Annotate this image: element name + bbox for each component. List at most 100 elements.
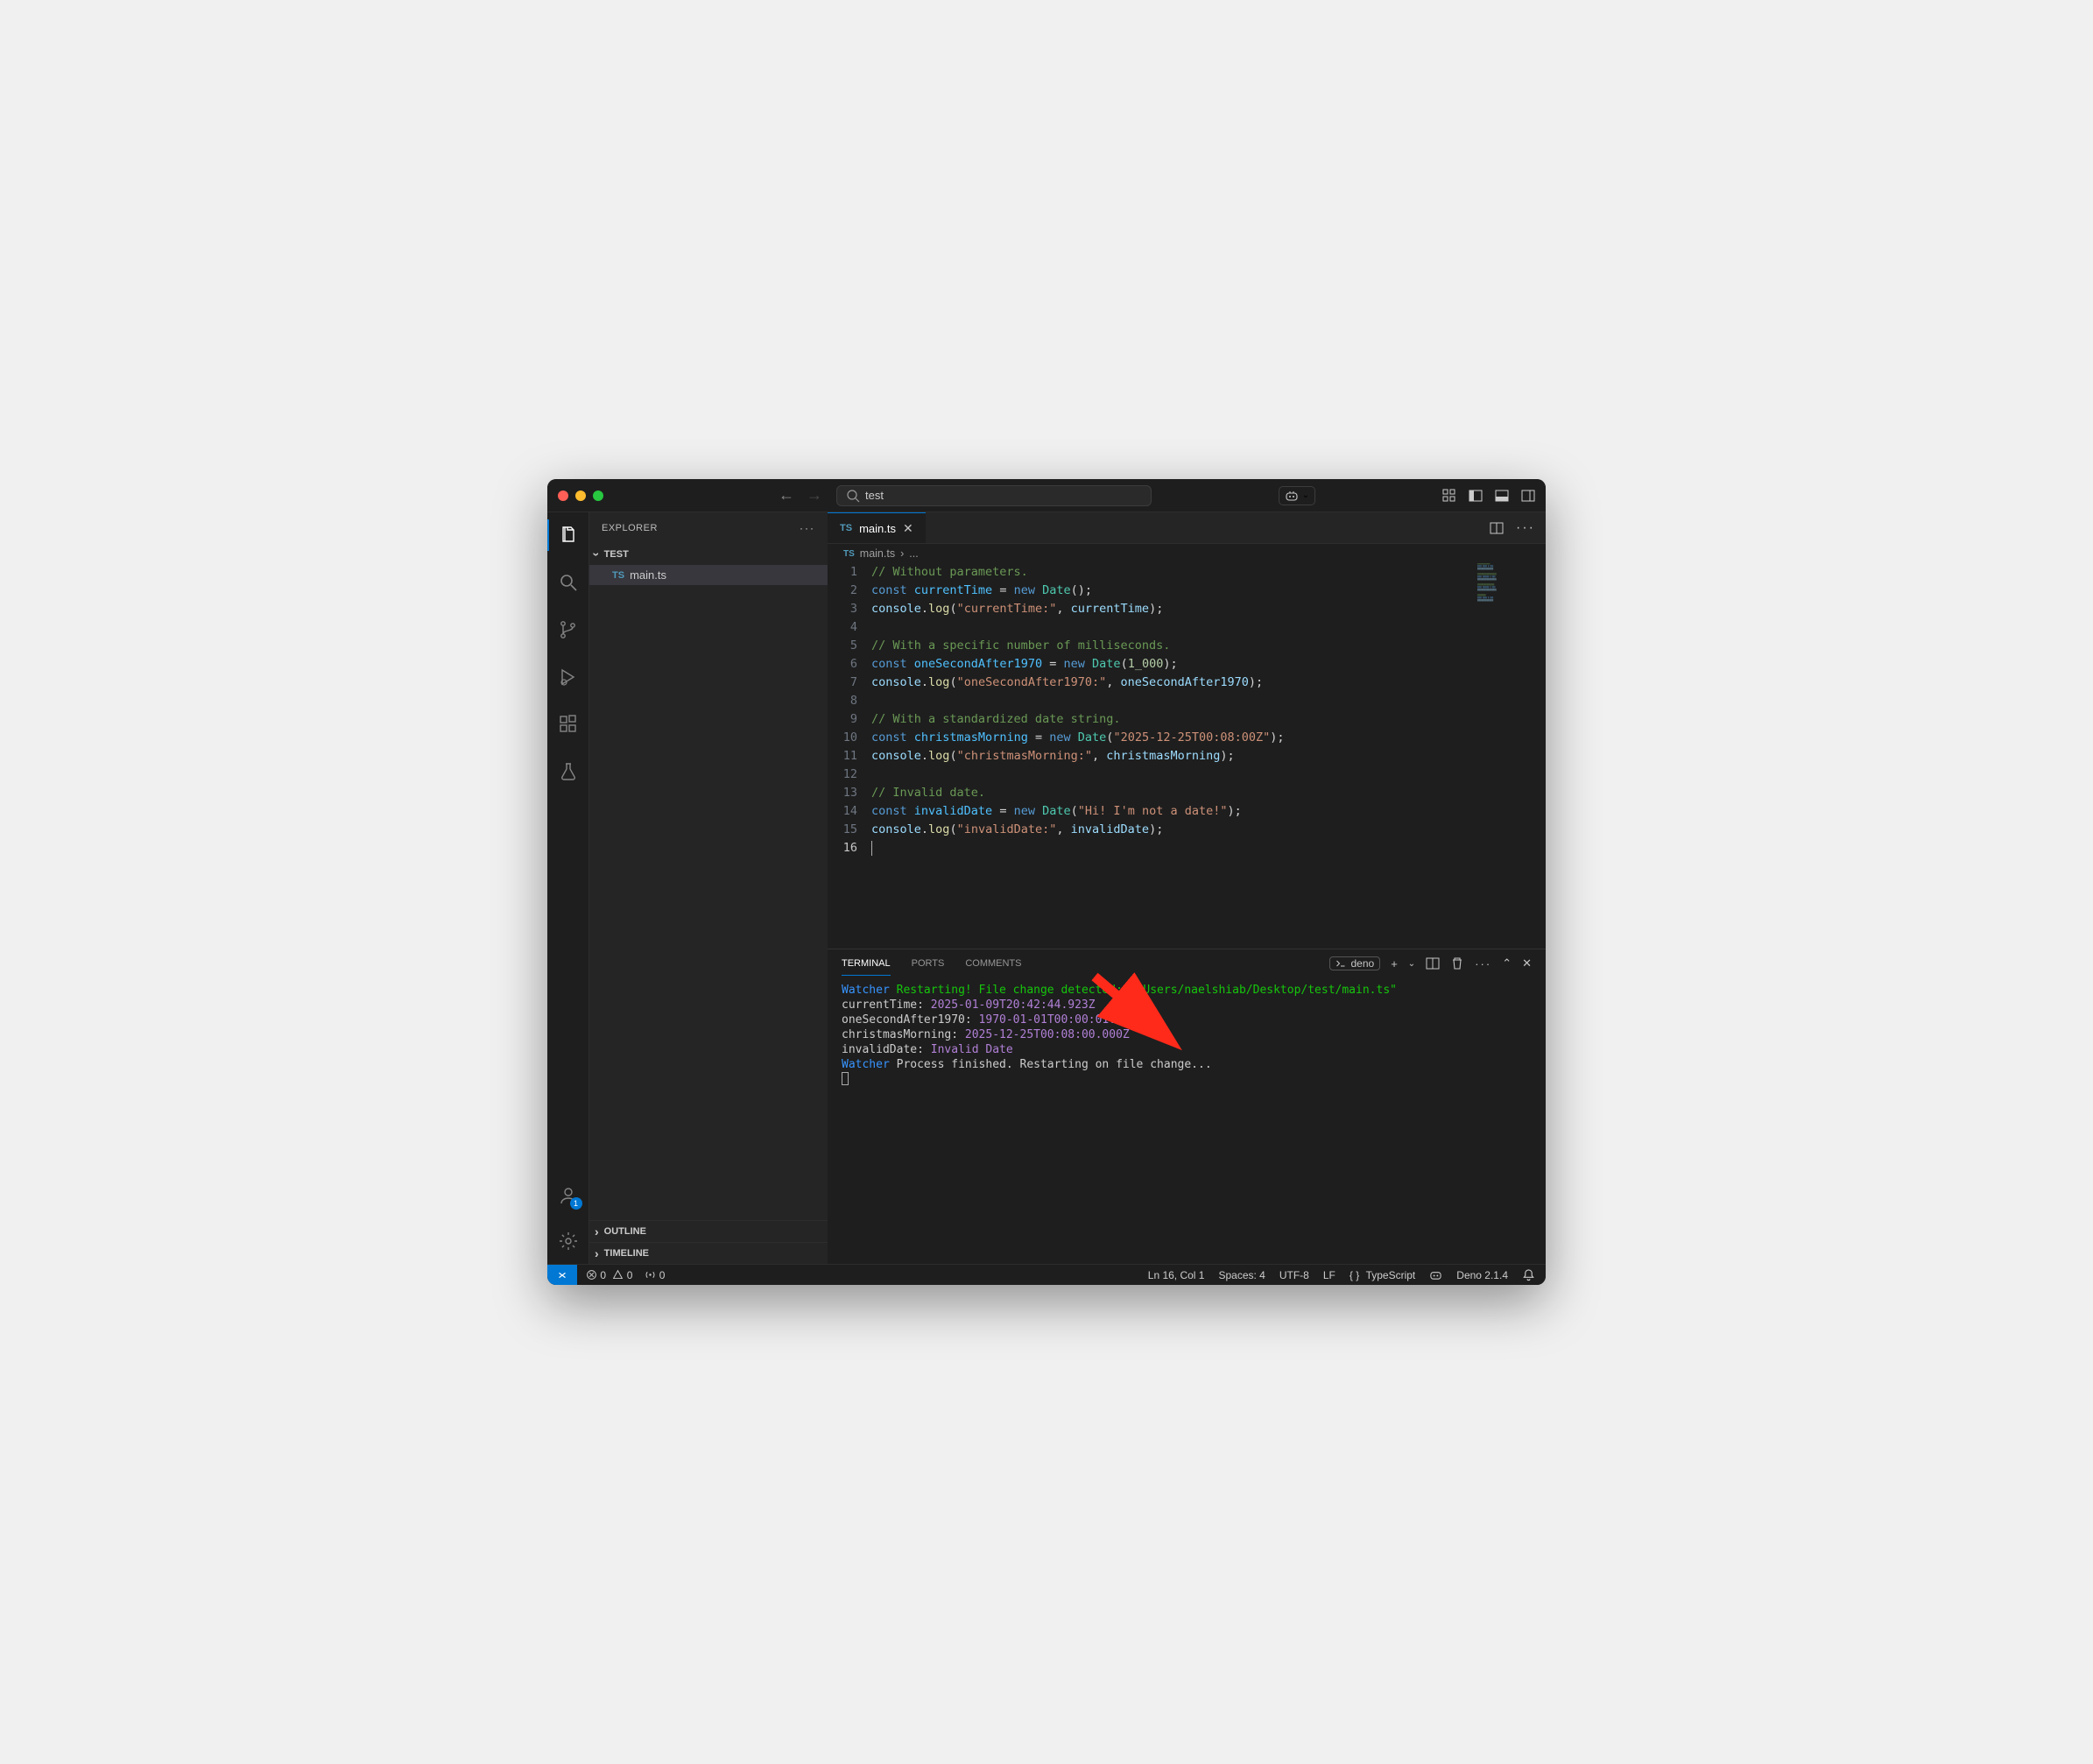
tab-label: main.ts — [859, 522, 896, 535]
tab-actions: ··· — [1479, 512, 1546, 543]
maximize-panel-button[interactable]: ⌃ — [1502, 956, 1512, 970]
activity-extensions[interactable] — [547, 709, 589, 740]
activity-explorer[interactable] — [547, 519, 589, 551]
minimize-window-button[interactable] — [575, 490, 586, 501]
remote-icon — [556, 1269, 568, 1281]
status-runtime[interactable]: Deno 2.1.4 — [1456, 1269, 1508, 1281]
activity-testing[interactable] — [547, 756, 589, 787]
sidebar-more-button[interactable]: ··· — [800, 522, 815, 534]
tabs-row: TS main.ts ✕ ··· — [828, 512, 1546, 544]
breadcrumb[interactable]: TS main.ts › ... — [828, 544, 1546, 563]
status-encoding[interactable]: UTF-8 — [1279, 1269, 1309, 1281]
status-problems[interactable]: 0 0 — [586, 1269, 632, 1281]
terminal-dropdown-icon[interactable]: ⌄ — [1408, 959, 1415, 969]
breadcrumb-file: main.ts — [860, 547, 895, 560]
code-editor[interactable]: 12345678910111213141516 // Without param… — [828, 563, 1546, 949]
chevron-right-icon — [595, 1246, 601, 1260]
breadcrumb-sep: › — [900, 547, 904, 560]
close-tab-button[interactable]: ✕ — [903, 521, 913, 536]
bell-icon[interactable] — [1522, 1268, 1535, 1281]
chevron-down-icon — [595, 547, 601, 561]
flask-icon — [558, 761, 579, 782]
chevron-down-icon: ⌄ — [1302, 490, 1309, 500]
file-name: main.ts — [630, 568, 666, 582]
status-indentation[interactable]: Spaces: 4 — [1218, 1269, 1265, 1281]
typescript-file-icon: TS — [840, 523, 852, 533]
outline-section[interactable]: OUTLINE — [589, 1220, 828, 1242]
panel-more-button[interactable]: ··· — [1475, 957, 1491, 970]
search-icon — [846, 489, 860, 503]
window-controls — [558, 490, 603, 501]
split-editor-icon[interactable] — [1490, 521, 1504, 535]
terminal-icon — [1335, 958, 1346, 969]
timeline-label: TIMELINE — [604, 1248, 649, 1259]
tab-main-ts[interactable]: TS main.ts ✕ — [828, 512, 926, 543]
minimap[interactable]: ████████████ ████ ████ █ ███ ███████████… — [1477, 563, 1539, 624]
status-language[interactable]: { } TypeScript — [1350, 1269, 1415, 1281]
activity-accounts[interactable]: 1 — [547, 1180, 589, 1211]
typescript-file-icon: TS — [612, 570, 624, 581]
bottom-panel: TERMINAL PORTS COMMENTS deno + ⌄ ··· ⌃ — [828, 949, 1546, 1264]
status-cursor-position[interactable]: Ln 16, Col 1 — [1148, 1269, 1205, 1281]
status-bar: 0 0 0 Ln 16, Col 1 Spaces: 4 UTF-8 LF { … — [547, 1264, 1546, 1285]
toggle-secondary-sidebar-icon[interactable] — [1521, 489, 1535, 503]
panel-tab-terminal[interactable]: TERMINAL — [842, 952, 891, 976]
copilot-icon — [1285, 489, 1299, 503]
extensions-icon — [558, 714, 579, 735]
activity-run-debug[interactable] — [547, 661, 589, 693]
nav-back-button[interactable]: ← — [779, 486, 794, 505]
remote-button[interactable] — [547, 1265, 577, 1285]
play-bug-icon — [558, 667, 579, 688]
panel-tab-ports[interactable]: PORTS — [912, 952, 945, 975]
folder-header[interactable]: TEST — [589, 544, 828, 565]
command-center-search[interactable]: test — [836, 485, 1152, 506]
status-eol[interactable]: LF — [1323, 1269, 1335, 1281]
activity-settings[interactable] — [547, 1225, 589, 1257]
outline-label: OUTLINE — [604, 1226, 646, 1237]
gear-icon — [558, 1231, 579, 1252]
terminal-output[interactable]: Watcher Restarting! File change detected… — [828, 977, 1546, 1264]
error-icon — [586, 1269, 597, 1281]
explorer-sidebar: EXPLORER ··· TEST TS main.ts OUTLINE TIM… — [589, 512, 828, 1264]
panel-tab-comments[interactable]: COMMENTS — [965, 952, 1021, 975]
copilot-button[interactable]: ⌄ — [1279, 486, 1315, 505]
line-number-gutter: 12345678910111213141516 — [828, 563, 871, 949]
layout-customize-icon[interactable] — [1442, 489, 1456, 503]
toggle-panel-icon[interactable] — [1495, 489, 1509, 503]
broadcast-icon — [645, 1269, 656, 1281]
account-badge: 1 — [570, 1197, 582, 1210]
editor-pane: TS main.ts ✕ ··· TS main.ts › ... 123456… — [828, 512, 1546, 1264]
maximize-window-button[interactable] — [593, 490, 603, 501]
chevron-right-icon — [595, 1224, 601, 1238]
toggle-sidebar-icon[interactable] — [1469, 489, 1483, 503]
file-item-main-ts[interactable]: TS main.ts — [589, 565, 828, 585]
vscode-window: ← → test ⌄ — [547, 479, 1546, 1285]
activity-search[interactable] — [547, 567, 589, 598]
git-branch-icon — [558, 619, 579, 640]
close-panel-button[interactable]: ✕ — [1522, 956, 1532, 970]
main-area: 1 EXPLORER ··· TEST TS main.ts — [547, 512, 1546, 1264]
folder-name: TEST — [604, 549, 629, 560]
breadcrumb-rest: ... — [909, 547, 918, 560]
activity-bar: 1 — [547, 512, 589, 1264]
panel-actions: deno + ⌄ ··· ⌃ ✕ — [1329, 956, 1533, 970]
sidebar-header: EXPLORER ··· — [589, 512, 828, 544]
close-window-button[interactable] — [558, 490, 568, 501]
files-icon — [558, 525, 579, 546]
editor-more-button[interactable]: ··· — [1516, 520, 1535, 536]
status-ports[interactable]: 0 — [645, 1269, 665, 1281]
warning-icon — [612, 1269, 624, 1281]
nav-forward-button[interactable]: → — [807, 486, 822, 505]
terminal-shell-selector[interactable]: deno — [1329, 956, 1381, 970]
new-terminal-button[interactable]: + — [1391, 957, 1398, 970]
trash-icon[interactable] — [1450, 956, 1464, 970]
split-terminal-icon[interactable] — [1426, 956, 1440, 970]
timeline-section[interactable]: TIMELINE — [589, 1242, 828, 1264]
copilot-status-icon[interactable] — [1429, 1268, 1442, 1281]
activity-source-control[interactable] — [547, 614, 589, 646]
code-body[interactable]: // Without parameters.const currentTime … — [871, 563, 1546, 949]
titlebar: ← → test ⌄ — [547, 479, 1546, 512]
search-label: test — [865, 489, 884, 502]
typescript-file-icon: TS — [843, 549, 855, 559]
shell-name: deno — [1351, 957, 1375, 970]
